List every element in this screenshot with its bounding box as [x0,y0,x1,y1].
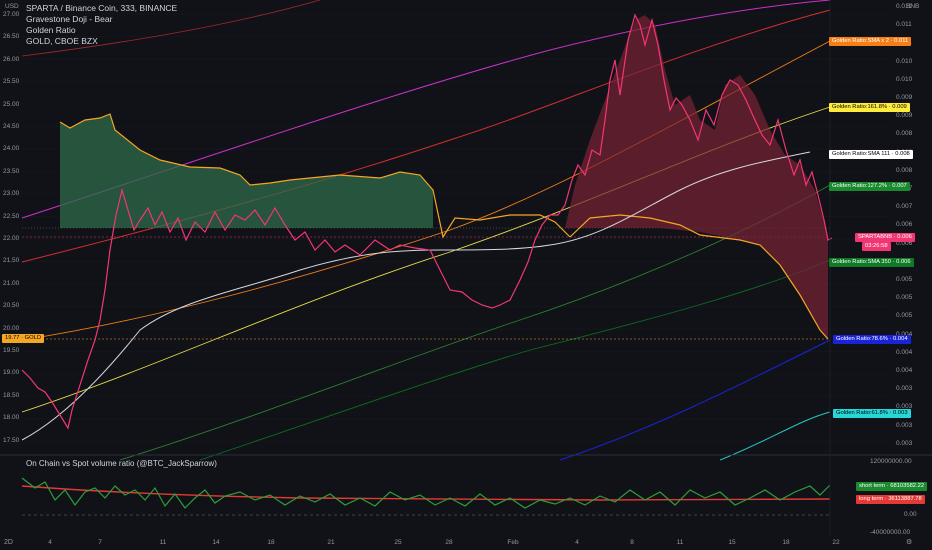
price-tag: Golden Ratio:SMA 111 · 0.008 [829,150,913,159]
left-axis-tick: 19.50 [3,347,20,354]
chart-legend: SPARTA / Binance Coin, 333, BINANCE Grav… [26,3,177,47]
right-axis-tick: 0.005 [896,312,913,320]
right-axis-tick: 0.003 [896,439,913,447]
price-tag: Golden Ratio:61.8% · 0.003 [833,409,911,418]
legend-indicator-2[interactable]: Golden Ratio [26,25,177,36]
left-axis-tick: 23.00 [3,190,20,198]
time-axis-tick: 7 [98,539,102,546]
legend-indicator-1[interactable]: Gravestone Doji - Bear [26,14,177,25]
time-axis-tick: 18 [267,539,275,546]
left-axis-tick: 18.00 [3,414,20,422]
price-tag: Golden Ratio:127.2% · 0.007 [829,182,910,191]
right-axis-tick: 0.004 [896,367,913,374]
time-axis-tick: 14 [212,539,220,546]
left-axis-tick: 19.00 [3,369,20,377]
oscillator-axis-tick: 120000000.00 [870,458,912,465]
left-axis-tick: 21.00 [3,279,20,287]
right-axis-tick: 0.010 [896,57,913,65]
left-axis-tick: 25.00 [3,100,20,108]
oscillator-axis-tick: -40000000.00 [870,529,911,536]
time-axis-tick: 11 [676,539,684,546]
right-axis-tick: 0.008 [896,166,913,174]
left-axis-tick: 22.00 [3,235,20,242]
right-axis-tick: 0.003 [896,421,913,429]
time-axis-tick: 15 [728,539,736,546]
left-axis-tick: 18.50 [3,391,20,399]
time-axis-tick: 8 [630,539,634,546]
price-tag: Golden Ratio:SMA x 2 · 0.011 [829,37,912,46]
corner-left-button[interactable]: 2D [4,539,13,546]
settings-icon[interactable]: ⚙ [906,538,912,546]
right-axis-tick: 0.010 [896,75,913,83]
left-axis-tick: 23.50 [3,167,20,175]
legend-symbol-title[interactable]: SPARTA / Binance Coin, 333, BINANCE [26,3,177,14]
oscillator-tag: long term · 36113887.78 [856,495,925,504]
left-price-axis[interactable]: 27.00 26.50 26.00 25.50 25.00 24.50 24.00 23.50… [0,0,22,455]
price-tag: Golden Ratio:SMA 350 · 0.006 [829,258,914,267]
time-axis-tick: 4 [48,539,52,546]
price-tag: 03:26:58 [862,242,891,251]
right-axis-tick: 0.008 [896,130,913,138]
gold-price-tag: 19.77 · GOLD [2,334,45,343]
right-axis-tick: 0.009 [896,94,913,101]
left-axis-tick: 27.00 [3,11,20,18]
right-axis-tick: 0.006 [896,221,913,229]
right-axis-tick: 0.011 [896,21,912,29]
price-tag: Golden Ratio:78.6% · 0.004 [833,335,911,344]
time-axis-tick: Feb [507,539,519,546]
oscillator-tag: short term · 68103582.22 [856,482,928,491]
price-tag: Golden Ratio:161.8% · 0.009 [829,103,910,112]
time-axis-tick: 18 [782,539,790,546]
price-tag: SPARTABNB · 0.006 [855,233,915,242]
oscillator-axis-tick: 0.00 [904,511,917,518]
main-chart[interactable] [0,0,932,537]
left-axis-tick: 21.50 [3,257,20,265]
right-axis-tick: 0.005 [896,294,913,302]
right-axis-tick: 0.005 [896,276,913,283]
right-axis-tick: 0.003 [896,385,913,393]
time-axis-tick: 21 [327,539,335,546]
time-axis-tick: 11 [159,539,167,546]
time-axis-tick: 22 [832,539,840,546]
left-axis-tick: 22.50 [3,212,20,220]
right-axis-tick: 0.009 [896,112,913,120]
time-axis-tick: 25 [394,539,402,546]
left-axis-tick: 24.50 [3,123,20,130]
left-axis-tick: 20.00 [3,324,20,332]
right-axis-tick: 0.004 [896,348,913,356]
left-axis-tick: 17.50 [3,436,20,444]
left-axis-tick: 26.00 [3,55,20,63]
left-axis-tick: 25.50 [3,78,20,86]
right-axis-tick: 0.011 [896,3,912,10]
time-axis-tick: 4 [575,539,579,546]
legend-indicator-3[interactable]: GOLD, CBOE BZX [26,36,177,47]
oscillator-title[interactable]: On Chain vs Spot volume ratio (@BTC_Jack… [26,459,217,468]
time-axis-tick: 28 [445,539,453,546]
left-axis-tick: 24.00 [3,145,20,153]
right-axis-tick: 0.007 [896,203,913,211]
time-axis[interactable]: 4 7 11 14 18 21 25 28 Feb 4 8 11 15 18 22 [0,537,932,550]
right-price-axis[interactable]: 0.0110.0110.0110.0100.0100.0090.0090.008… [892,0,932,455]
left-axis-tick: 20.50 [3,302,20,310]
left-axis-tick: 26.50 [3,33,20,41]
